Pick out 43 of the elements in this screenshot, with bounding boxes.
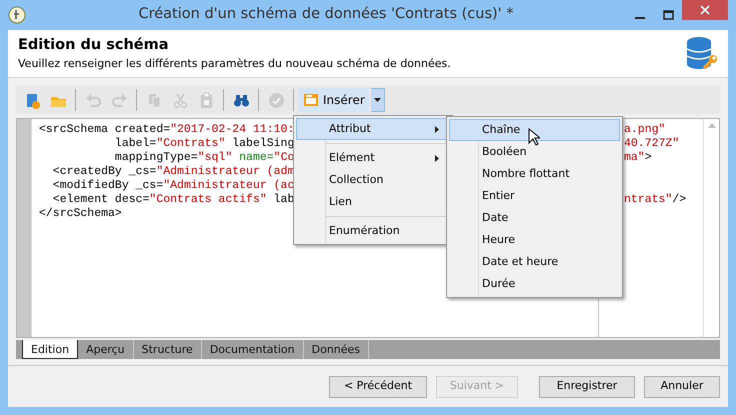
menu-item[interactable]: Collection xyxy=(296,169,450,191)
code-line: <modifiedBy _cs="Administrateur (ac xyxy=(52,179,294,192)
close-button[interactable] xyxy=(682,0,728,20)
code-line: ma"> xyxy=(624,151,652,164)
menu-item[interactable]: Nombre flottant xyxy=(449,163,620,185)
menu-item[interactable]: Elément xyxy=(296,147,450,169)
window-icon xyxy=(303,92,319,108)
menu-item[interactable]: Lien xyxy=(296,191,450,213)
window-title: Création d'un schéma de données 'Contrats (cus)' * xyxy=(137,5,515,24)
app-icon xyxy=(8,6,26,24)
code-line: a.png" xyxy=(624,123,666,136)
caret-icon xyxy=(374,98,381,102)
maximize-icon[interactable] xyxy=(662,10,674,20)
cursor-icon xyxy=(528,128,540,146)
dropdown-button[interactable] xyxy=(370,88,385,112)
code-line: ntrats"/> xyxy=(624,193,686,206)
menu-item[interactable]: Booléen xyxy=(449,141,620,163)
tab[interactable]: Documentation xyxy=(202,340,304,359)
page-subtitle: Veuillez renseigner les différents paramètres du nouveau schéma de données. xyxy=(18,56,451,72)
dialog-button[interactable]: Enregistrer xyxy=(539,376,635,398)
tab[interactable]: Données xyxy=(304,340,370,359)
menu-item[interactable]: Durée xyxy=(449,273,620,295)
code-line: <srcSchema created="2017-02-24 11:10: xyxy=(39,123,294,136)
tab[interactable]: Aperçu xyxy=(78,340,134,359)
tab[interactable]: Edition xyxy=(22,340,78,359)
dialog-button[interactable]: < Précédent xyxy=(329,376,427,398)
menu-item[interactable]: Entier xyxy=(449,185,620,207)
code-line: <element desc="Contrats actifs" lab xyxy=(52,193,294,206)
menu-item[interactable]: Chaîne xyxy=(449,119,620,141)
menu-item[interactable]: Date xyxy=(449,207,620,229)
tab[interactable]: Structure xyxy=(134,340,202,359)
code-line: label="Contrats" labelSing xyxy=(114,137,294,150)
code-line: 40.727Z" xyxy=(624,137,680,150)
menu-item[interactable]: Enumération xyxy=(296,220,450,242)
menu-item[interactable]: Date et heure xyxy=(449,251,620,273)
page-title: Edition du schéma xyxy=(18,36,170,54)
menu-item[interactable]: Heure xyxy=(449,229,620,251)
close-icon xyxy=(700,5,710,15)
insert-button[interactable]: Insérer xyxy=(299,88,369,112)
scroll-up-icon[interactable] xyxy=(708,123,716,128)
database-icon xyxy=(686,36,718,72)
code-line: </srcSchema> xyxy=(39,207,122,220)
dialog-button[interactable]: Annuler xyxy=(644,376,720,398)
